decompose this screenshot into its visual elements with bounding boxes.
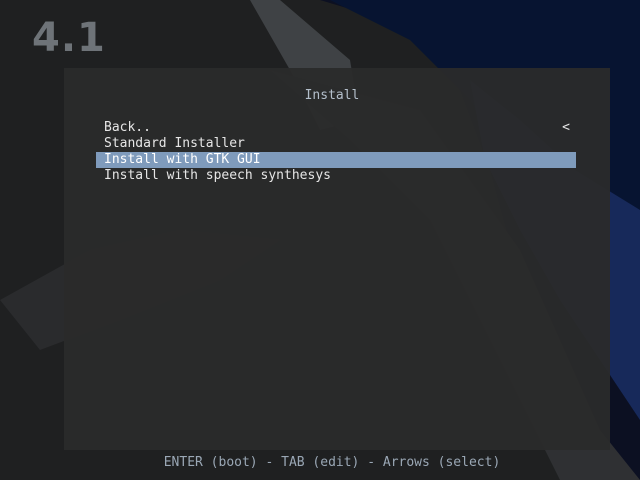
menu-item-back[interactable]: Back.. < bbox=[96, 120, 576, 136]
help-line: ENTER (boot) - TAB (edit) - Arrows (sele… bbox=[163, 455, 501, 470]
menu-item-standard-installer[interactable]: Standard Installer bbox=[96, 136, 576, 152]
menu-item-speech-synthesis[interactable]: Install with speech synthesys bbox=[96, 168, 576, 184]
menu-item-label: Install with GTK GUI bbox=[104, 152, 261, 167]
menu-item-label: Install with speech synthesys bbox=[104, 168, 331, 183]
menu-item-label: Standard Installer bbox=[104, 136, 245, 151]
menu-item-install-gtk-gui[interactable]: Install with GTK GUI bbox=[96, 152, 576, 168]
chevron-left-icon: < bbox=[562, 120, 570, 135]
boot-menu-list: Back.. < Standard Installer Install with… bbox=[96, 120, 576, 184]
menu-item-label: Back.. bbox=[104, 120, 151, 135]
boot-menu-screen: 4.1 Install Back.. < Standard Installer … bbox=[0, 0, 640, 480]
menu-title: Install bbox=[304, 88, 360, 103]
version-logo: 4.1 bbox=[32, 15, 106, 61]
